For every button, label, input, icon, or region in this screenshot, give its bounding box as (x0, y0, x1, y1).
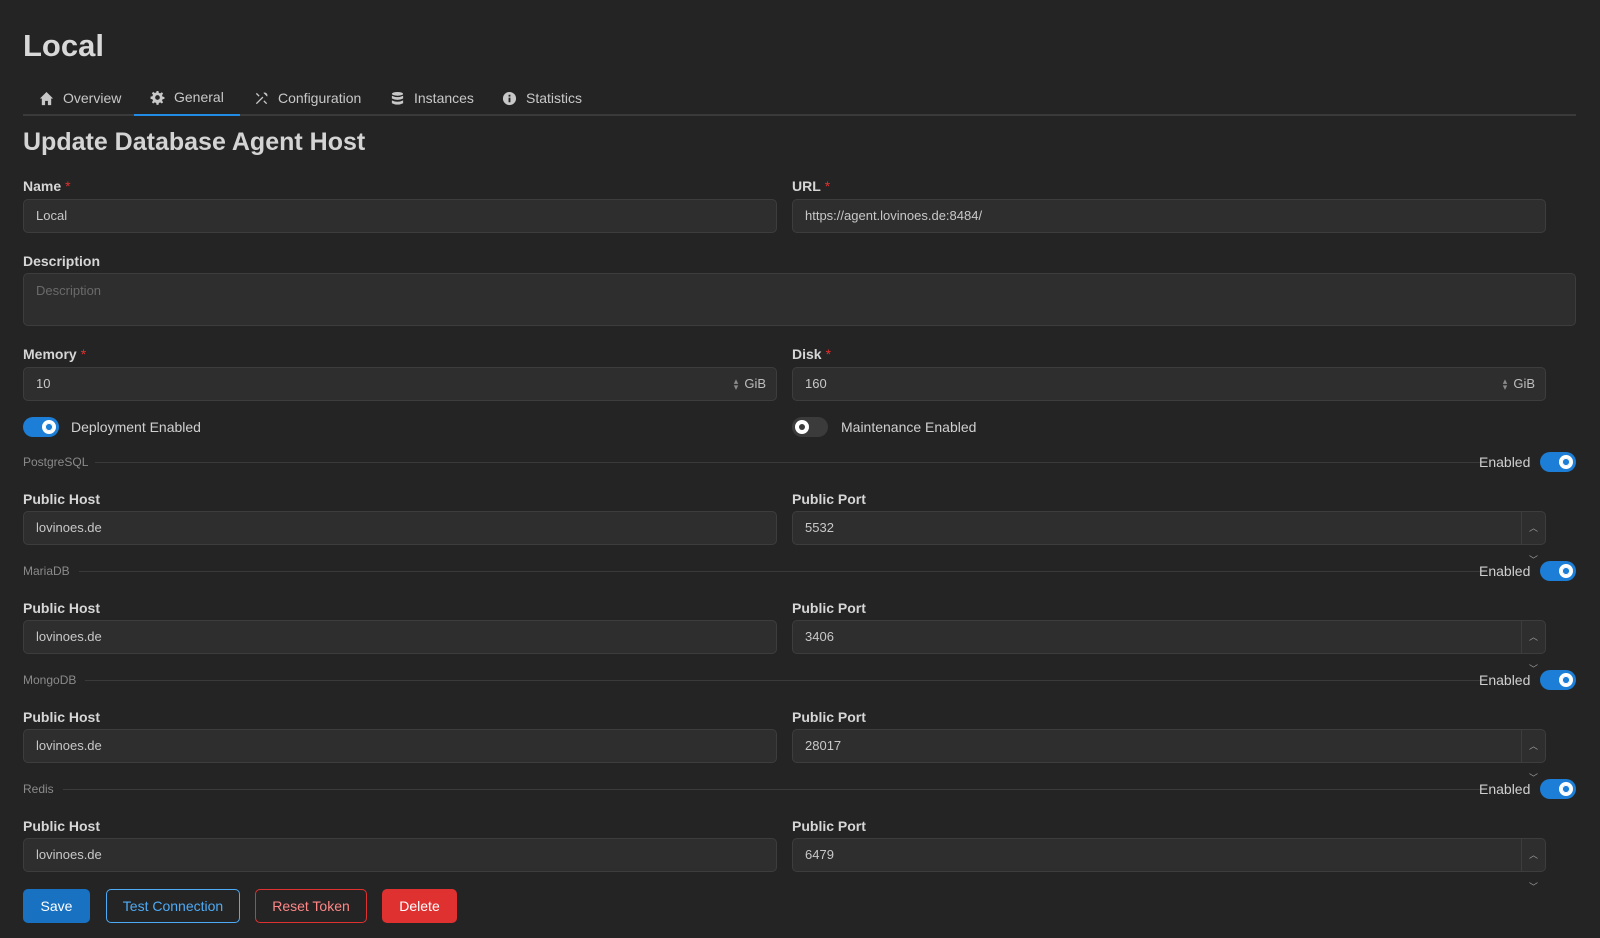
chevron-up-icon[interactable]: ︿ (1522, 621, 1545, 653)
postgresql-host-label: Public Host (23, 491, 101, 507)
redis-port-input[interactable]: 6479 ︿ ﹀ (792, 838, 1546, 892)
redis-host-input[interactable]: lovinoes.de (23, 838, 777, 872)
postgresql-port-input[interactable]: 5532 ︿ ﹀ (792, 511, 1546, 565)
mariadb-host-label: Public Host (23, 600, 101, 616)
test-connection-button[interactable]: Test Connection (106, 889, 240, 923)
switch-knob (795, 420, 809, 434)
required-mark: * (65, 178, 71, 194)
chevron-up-icon[interactable]: ︿ (1522, 512, 1545, 544)
postgresql-enabled-switch[interactable] (1540, 452, 1576, 472)
mariadb-enabled-label: Enabled (1479, 563, 1531, 579)
redis-host-label: Public Host (23, 818, 101, 834)
chevron-up-icon[interactable]: ︿ (1522, 730, 1545, 762)
form-title: Update Database Agent Host (23, 128, 366, 156)
tab-label: General (174, 89, 224, 105)
deployment-switch[interactable] (23, 417, 59, 437)
disk-unit: GiB (1513, 376, 1535, 391)
chevron-down-icon[interactable]: ﹀ (1522, 871, 1545, 903)
postgresql-enabled-label: Enabled (1479, 454, 1531, 470)
tab-bar: Overview General Configuration Instances… (23, 80, 1576, 116)
port-stepper: ︿ ﹀ (1521, 512, 1545, 565)
tools-icon (255, 92, 268, 104)
tab-overview[interactable]: Overview (23, 80, 137, 116)
memory-suffix: ▴ ▾ GiB (734, 368, 766, 400)
postgresql-port-label: Public Port (792, 491, 866, 507)
tab-label: Instances (414, 90, 474, 106)
disk-suffix: ▴ ▾ GiB (1503, 368, 1535, 400)
sort-icon: ▴ ▾ (733, 376, 739, 392)
mongodb-host-label: Public Host (23, 709, 101, 725)
url-input[interactable]: https://agent.lovinoes.de:8484/ (792, 199, 1546, 233)
mongodb-enabled-label: Enabled (1479, 672, 1531, 688)
tab-configuration[interactable]: Configuration (238, 80, 377, 116)
name-label: Name * (23, 178, 71, 194)
divider-line (95, 462, 1485, 463)
postgresql-host-input[interactable]: lovinoes.de (23, 511, 777, 545)
redis-divider-label: Redis (23, 782, 54, 796)
divider-line (85, 680, 1485, 681)
memory-label: Memory * (23, 346, 87, 362)
mongodb-divider-label: MongoDB (23, 673, 77, 687)
switch-knob (1559, 455, 1573, 469)
mongodb-port-value: 28017 (805, 738, 842, 753)
info-icon (502, 91, 517, 105)
page-title: Local (23, 28, 104, 63)
tab-general[interactable]: General (134, 80, 240, 116)
postgresql-divider-label: PostgreSQL (23, 455, 89, 469)
maintenance-label: Maintenance Enabled (841, 419, 977, 435)
switch-knob (42, 420, 56, 434)
gear-icon (150, 90, 165, 105)
memory-value: 10 (36, 376, 51, 391)
tab-label: Overview (63, 90, 122, 106)
disk-label: Disk * (792, 346, 832, 362)
switch-knob (1559, 782, 1573, 796)
disk-input[interactable]: 160 ▴ ▾ GiB (792, 367, 1546, 401)
reset-token-button[interactable]: Reset Token (255, 889, 367, 923)
save-button[interactable]: Save (23, 889, 90, 923)
tab-instances[interactable]: Instances (374, 80, 490, 116)
database-icon (391, 91, 404, 105)
port-stepper: ︿ ﹀ (1521, 839, 1545, 892)
memory-input[interactable]: 10 ▴ ▾ GiB (23, 367, 777, 401)
mariadb-port-value: 3406 (805, 629, 834, 644)
required-mark: * (80, 346, 87, 362)
mariadb-enabled-switch[interactable] (1540, 561, 1576, 581)
url-label: URL * (792, 178, 831, 194)
mongodb-host-input[interactable]: lovinoes.de (23, 729, 777, 763)
mariadb-port-label: Public Port (792, 600, 866, 616)
port-stepper: ︿ ﹀ (1521, 621, 1545, 674)
tab-statistics[interactable]: Statistics (486, 80, 598, 116)
chevron-up-icon[interactable]: ︿ (1522, 839, 1545, 871)
redis-port-value: 6479 (805, 847, 834, 862)
mongodb-port-input[interactable]: 28017 ︿ ﹀ (792, 729, 1546, 783)
mongodb-port-label: Public Port (792, 709, 866, 725)
redis-enabled-switch[interactable] (1540, 779, 1576, 799)
postgresql-port-value: 5532 (805, 520, 834, 535)
switch-knob (1559, 673, 1573, 687)
memory-unit: GiB (744, 376, 766, 391)
deployment-label: Deployment Enabled (71, 419, 201, 435)
mongodb-enabled-switch[interactable] (1540, 670, 1576, 690)
disk-value: 160 (805, 376, 827, 391)
maintenance-switch[interactable] (792, 417, 828, 437)
sort-icon: ▴ ▾ (1502, 376, 1508, 392)
tab-label: Configuration (278, 90, 362, 106)
description-label: Description (23, 253, 101, 269)
redis-port-label: Public Port (792, 818, 866, 834)
mariadb-host-input[interactable]: lovinoes.de (23, 620, 777, 654)
home-icon (39, 91, 54, 105)
description-textarea[interactable]: Description (23, 273, 1576, 326)
required-mark: * (825, 346, 832, 362)
port-stepper: ︿ ﹀ (1521, 730, 1545, 783)
mariadb-divider-label: MariaDB (23, 564, 70, 578)
redis-enabled-label: Enabled (1479, 781, 1531, 797)
divider-line (79, 571, 1485, 572)
tab-label: Statistics (526, 90, 583, 106)
required-mark: * (824, 178, 831, 194)
switch-knob (1559, 564, 1573, 578)
delete-button[interactable]: Delete (382, 889, 457, 923)
divider-line (63, 789, 1485, 790)
name-input[interactable]: Local (23, 199, 777, 233)
mariadb-port-input[interactable]: 3406 ︿ ﹀ (792, 620, 1546, 674)
